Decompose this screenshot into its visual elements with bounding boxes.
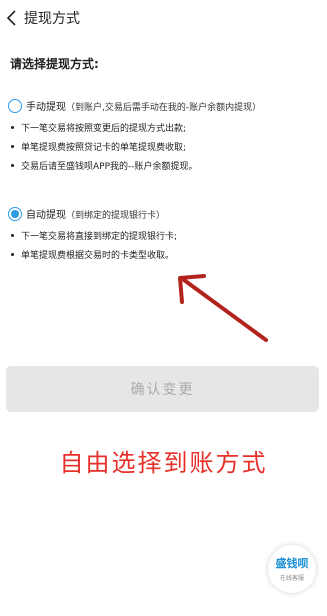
annotation-text: 自由选择到账方式 [59, 449, 268, 477]
confirm-change-button[interactable]: 确认变更 [6, 366, 319, 412]
annotation-arrow-icon [178, 274, 268, 342]
radio-auto[interactable] [8, 207, 22, 221]
list-item: 单笔提现费根据交易时的卡类型收取。 [11, 248, 174, 261]
online-service-button[interactable]: 盛钱呗 在线客服 [268, 545, 316, 593]
option-manual-description: （到账户,交易后需手动在我的-账户余额内提现） [66, 103, 262, 113]
bullet-icon [11, 253, 14, 256]
page: 提现方式 请选择提现方式: 手动提现（到账户,交易后需手动在我的-账户余额内提现… [0, 0, 327, 616]
bullet-icon [11, 145, 14, 148]
list-item: 下一笔交易将直接到绑定的提现银行卡; [11, 229, 177, 242]
chevron-left-icon[interactable] [3, 7, 23, 29]
option-auto-label: 自动提现 [26, 210, 66, 221]
service-logo: 盛钱呗 [275, 557, 309, 570]
option-auto-description: （到绑定的提现银行卡） [66, 211, 166, 221]
list-item: 下一笔交易将按照变更后的提现方式出款; [11, 121, 186, 134]
bullet-icon [11, 126, 14, 129]
list-item: 交易后请至盛钱呗APP我的--账户余额提现。 [11, 159, 198, 172]
service-label: 在线客服 [279, 575, 304, 582]
radio-manual[interactable] [8, 99, 22, 113]
prompt-text: 请选择提现方式: [10, 57, 99, 71]
header: 提现方式 [0, 0, 327, 36]
option-manual-label: 手动提现 [26, 102, 66, 113]
bullet-icon [11, 234, 14, 237]
page-title: 提现方式 [24, 11, 80, 27]
list-item: 单笔提现费按照贷记卡的单笔提现费收取; [11, 140, 186, 153]
bullet-icon [11, 164, 14, 167]
